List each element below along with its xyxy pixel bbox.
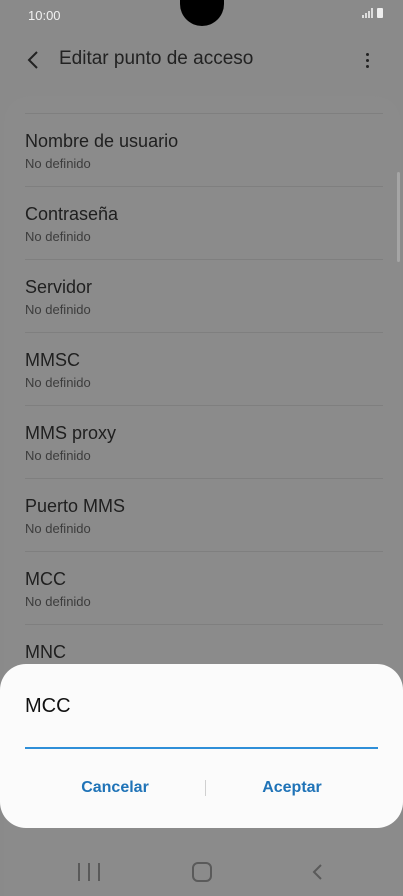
status-bar: 10:00 [0, 0, 403, 32]
setting-label: MMS proxy [25, 423, 117, 443]
setting-value: No definido [25, 521, 91, 536]
dialog-title: MCC [25, 695, 71, 717]
accept-button[interactable]: Aceptar [202, 768, 382, 808]
settings-list: Nombre de usuario No definido Contraseña… [0, 113, 403, 697]
back-arrow-icon[interactable] [22, 48, 46, 72]
status-time: 10:00 [28, 8, 61, 23]
setting-label: Servidor [25, 277, 93, 297]
recent-apps-icon[interactable] [78, 863, 100, 881]
signal-icon [362, 8, 373, 18]
setting-label: MNC [25, 642, 66, 662]
mcc-dialog: MCC Cancelar Aceptar [0, 664, 403, 828]
divider [25, 551, 383, 552]
setting-item-mms-proxy[interactable]: MMS proxy No definido [0, 405, 403, 478]
setting-item-password[interactable]: Contraseña No definido [0, 186, 403, 259]
divider [25, 259, 383, 260]
mcc-input[interactable] [25, 716, 378, 746]
divider [25, 478, 383, 479]
setting-value: No definido [25, 448, 91, 463]
setting-label: MCC [25, 569, 66, 589]
home-icon[interactable] [192, 862, 212, 882]
divider [25, 624, 383, 625]
divider [25, 405, 383, 406]
divider [25, 113, 383, 114]
setting-item-mcc[interactable]: MCC No definido [0, 551, 403, 624]
more-options-icon[interactable] [355, 48, 379, 72]
setting-item-mmsc[interactable]: MMSC No definido [0, 332, 403, 405]
status-icons [362, 8, 383, 18]
divider [25, 332, 383, 333]
setting-value: No definido [25, 229, 91, 244]
cancel-button[interactable]: Cancelar [25, 768, 205, 808]
nav-back-icon[interactable] [308, 862, 328, 882]
setting-value: No definido [25, 375, 91, 390]
setting-value: No definido [25, 302, 91, 317]
setting-item-mms-port[interactable]: Puerto MMS No definido [0, 478, 403, 551]
setting-value: No definido [25, 594, 91, 609]
setting-label: MMSC [25, 350, 80, 370]
setting-label: Nombre de usuario [25, 131, 179, 151]
setting-item-server[interactable]: Servidor No definido [0, 259, 403, 332]
camera-notch [180, 0, 224, 26]
app-bar: Editar punto de acceso [0, 36, 403, 84]
setting-item-username[interactable]: Nombre de usuario No definido [0, 113, 403, 186]
page-title: Editar punto de acceso [59, 48, 254, 69]
input-underline [25, 747, 378, 749]
setting-label: Contraseña [25, 204, 119, 224]
navigation-bar [0, 846, 403, 896]
setting-value: No definido [25, 156, 91, 171]
setting-label: Puerto MMS [25, 496, 126, 516]
divider [25, 186, 383, 187]
battery-icon [377, 8, 383, 18]
